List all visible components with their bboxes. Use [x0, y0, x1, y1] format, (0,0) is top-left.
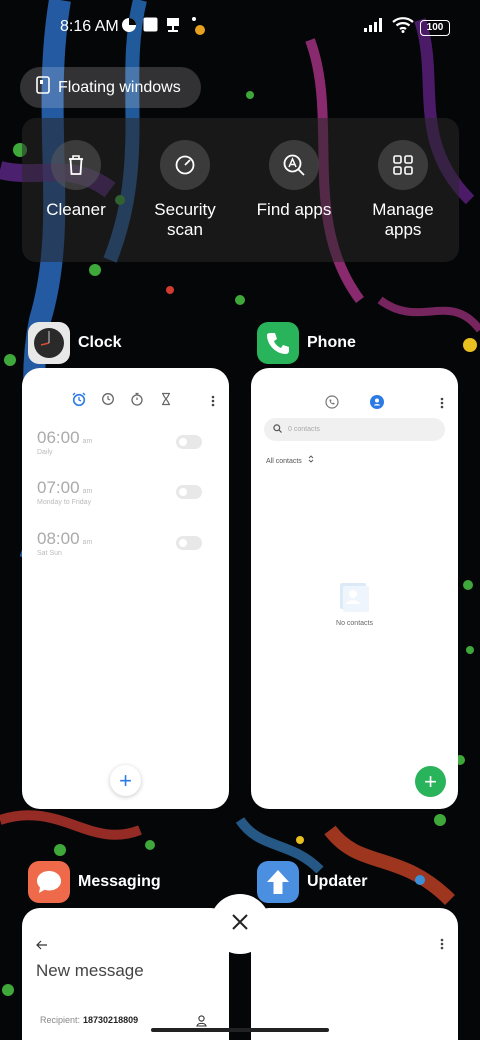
messaging-app-name: Messaging	[78, 873, 161, 890]
recipient-value: 18730218809	[83, 1015, 139, 1025]
alarm-toggle[interactable]	[176, 435, 202, 449]
phone-app-card[interactable]: 0 contacts All contacts No contacts +	[251, 368, 458, 809]
alarm-repeat: Daily	[37, 449, 53, 456]
search-placeholder: 0 contacts	[288, 426, 320, 433]
timer-icon[interactable]	[159, 392, 173, 411]
no-contacts-label: No contacts	[336, 620, 373, 627]
more-options-icon[interactable]	[440, 937, 444, 955]
chevron-updown-icon	[308, 455, 314, 465]
floating-windows-button[interactable]: Floating windows	[20, 67, 201, 108]
alarm-ampm: am	[82, 438, 93, 445]
download-notification-icon	[165, 17, 181, 33]
updater-app-header[interactable]: Updater	[257, 861, 367, 903]
messaging-app-icon	[28, 861, 70, 903]
stopwatch-icon[interactable]	[130, 392, 144, 411]
close-all-apps-button[interactable]	[210, 894, 270, 954]
filter-label: All contacts	[266, 458, 302, 465]
alarm-ampm: am	[82, 539, 93, 546]
square-notification-icon	[143, 17, 158, 32]
home-gesture-bar[interactable]	[151, 1028, 329, 1032]
contacts-filter-dropdown[interactable]: All contacts	[266, 455, 314, 465]
grid-icon	[378, 140, 428, 190]
battery-indicator: 100	[420, 19, 450, 36]
search-icon	[273, 424, 282, 435]
messaging-app-header[interactable]: Messaging	[28, 861, 161, 903]
contacts-tab-icon[interactable]	[370, 395, 384, 414]
alarm-repeat: Sat Sun	[37, 550, 62, 557]
add-alarm-button[interactable]: +	[110, 765, 141, 796]
phone-app-icon	[257, 322, 299, 364]
new-message-title: New message	[36, 961, 144, 980]
clock-app-icon	[28, 322, 70, 364]
empty-contacts-icon	[339, 582, 369, 617]
alarm-toggle[interactable]	[176, 536, 202, 550]
alarm-time: 07:00	[37, 478, 80, 497]
alarm-row[interactable]: 08:00 am Sat Sun	[37, 529, 217, 557]
alarm-row[interactable]: 07:00 am Monday to Friday	[37, 478, 217, 506]
recents-tab-icon[interactable]	[325, 395, 339, 414]
cleaner-button[interactable]: Cleaner	[22, 140, 130, 220]
close-icon	[231, 913, 249, 936]
contacts-search-input[interactable]: 0 contacts	[264, 418, 445, 441]
security-scan-label: Security scan	[154, 200, 216, 239]
more-options-icon[interactable]	[211, 394, 215, 412]
add-contact-button[interactable]: +	[415, 766, 446, 797]
cleaner-label: Cleaner	[46, 200, 106, 219]
floating-windows-label: Floating windows	[58, 78, 181, 96]
alarm-repeat: Monday to Friday	[37, 499, 92, 506]
manage-apps-button[interactable]: Manage apps	[349, 140, 457, 240]
alarm-ampm: am	[82, 488, 93, 495]
quick-actions-panel: Cleaner Security scan Find apps Manage a…	[22, 118, 459, 262]
more-notifications-dot	[192, 17, 196, 21]
alarm-time: 06:00	[37, 428, 80, 447]
phone-app-name: Phone	[307, 334, 356, 351]
trash-icon	[51, 140, 101, 190]
status-time: 8:16 AM	[60, 18, 119, 35]
wifi-icon	[392, 17, 414, 38]
app-notification-icon	[121, 17, 137, 33]
status-bar: 8:16 AM 100	[0, 0, 480, 56]
floating-window-icon	[36, 76, 50, 99]
more-options-icon[interactable]	[440, 396, 444, 414]
messaging-app-card[interactable]: New message Recipient: 18730218809	[22, 908, 229, 1040]
alarm-row[interactable]: 06:00 am Daily	[37, 428, 217, 456]
security-scan-icon	[160, 140, 210, 190]
cellular-signal-icon	[364, 18, 386, 37]
phone-app-header[interactable]: Phone	[257, 322, 356, 364]
find-apps-icon	[269, 140, 319, 190]
world-clock-icon[interactable]	[101, 392, 115, 411]
find-apps-label: Find apps	[256, 200, 332, 219]
recipient-field[interactable]: Recipient: 18730218809	[40, 1015, 138, 1025]
security-scan-button[interactable]: Security scan	[131, 140, 239, 240]
updater-app-card[interactable]	[251, 908, 458, 1040]
find-apps-button[interactable]: Find apps	[240, 140, 348, 220]
clock-app-header[interactable]: Clock	[28, 322, 122, 364]
alarm-time: 08:00	[37, 529, 80, 548]
updater-app-icon	[257, 861, 299, 903]
back-arrow-icon[interactable]	[36, 937, 48, 955]
updater-app-name: Updater	[307, 873, 368, 890]
clock-app-name: Clock	[78, 334, 122, 351]
alarm-icon[interactable]	[72, 392, 86, 411]
alarm-toggle[interactable]	[176, 485, 202, 499]
clock-app-card[interactable]: 06:00 am Daily 07:00 am Monday to Friday 0…	[22, 368, 229, 809]
manage-apps-label: Manage apps	[372, 200, 434, 239]
recipient-label: Recipient:	[40, 1015, 81, 1025]
